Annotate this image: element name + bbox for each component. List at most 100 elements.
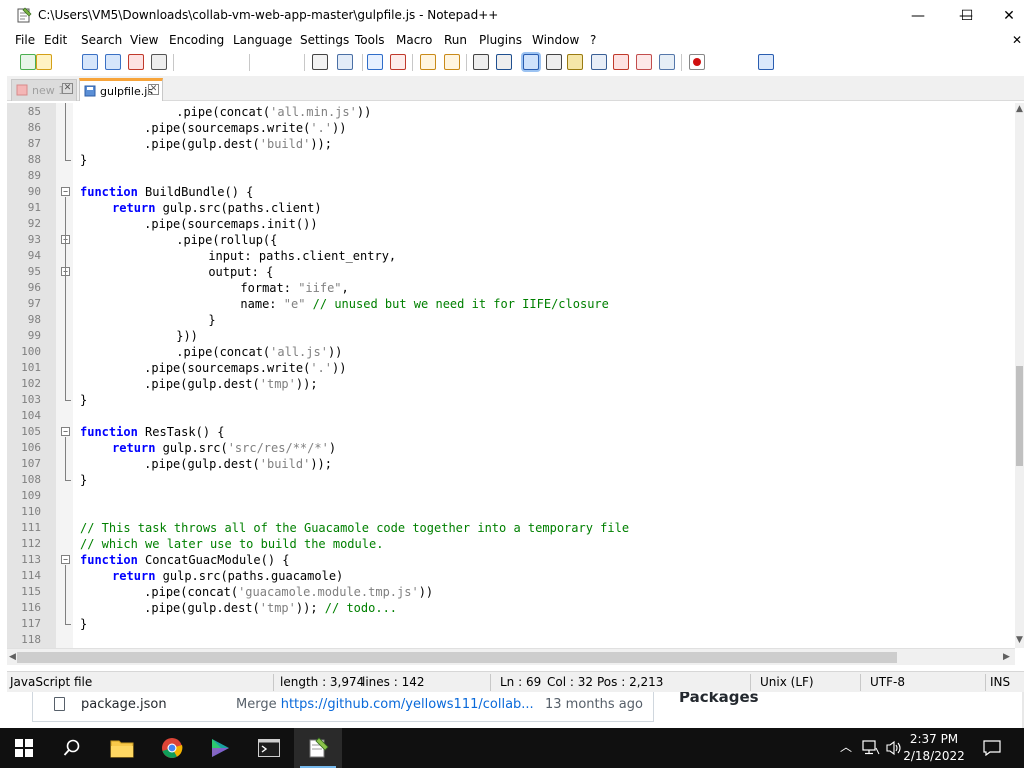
code-line[interactable]: 109	[7, 488, 1015, 504]
code-line[interactable]: 86 .pipe(sourcemaps.write('.'))	[7, 120, 1015, 136]
code-line[interactable]: 116 .pipe(gulp.dest('tmp')); // todo...	[7, 600, 1015, 616]
code-line[interactable]: 113 − function ConcatGuacModule() {	[7, 552, 1015, 568]
scroll-left-icon[interactable]: ◀	[9, 652, 16, 662]
code-line[interactable]: 91 return gulp.src(paths.client)	[7, 200, 1015, 216]
show-all-chars-icon[interactable]	[496, 54, 512, 70]
indent-guide-icon[interactable]	[523, 54, 539, 70]
background-file-name[interactable]: package.json	[81, 697, 167, 712]
save-all-icon[interactable]	[105, 54, 121, 70]
scroll-up-icon[interactable]: ▲	[1016, 104, 1023, 114]
find-icon[interactable]	[367, 54, 383, 70]
status-eol-format[interactable]: Unix (LF)	[760, 675, 814, 689]
code-line[interactable]: 89	[7, 168, 1015, 184]
code-line[interactable]: 101 .pipe(sourcemaps.write('.'))	[7, 360, 1015, 376]
code-line[interactable]: 112 // which we later use to build the mo…	[7, 536, 1015, 552]
taskbar-media-player[interactable]	[196, 728, 244, 768]
code-line[interactable]: 97 name: "e" // unused but we need it for…	[7, 296, 1015, 312]
code-line[interactable]: 107 .pipe(gulp.dest('build'));	[7, 456, 1015, 472]
menu-plugins[interactable]: Plugins	[479, 33, 522, 47]
code-line[interactable]: 88}	[7, 152, 1015, 168]
zoom-in-icon[interactable]	[420, 54, 436, 70]
doc-map-icon[interactable]	[567, 54, 583, 70]
save-icon[interactable]	[82, 54, 98, 70]
maximize-button[interactable]: ☐	[940, 0, 994, 31]
word-wrap-icon[interactable]	[546, 54, 562, 70]
code-line[interactable]: 111 // This task throws all of the Guacam…	[7, 520, 1015, 536]
status-insert-mode[interactable]: INS	[990, 675, 1010, 689]
code-line[interactable]: 117}	[7, 616, 1015, 632]
open-file-icon[interactable]	[36, 54, 52, 70]
menu-encoding[interactable]: Encoding	[169, 33, 224, 47]
zoom-out-icon[interactable]	[444, 54, 460, 70]
menu-macro[interactable]: Macro	[396, 33, 432, 47]
close-button[interactable]: ✕	[994, 0, 1024, 31]
code-line[interactable]: 118	[7, 632, 1015, 648]
clock-time[interactable]: 2:37 PM	[902, 732, 966, 746]
function-list-icon[interactable]	[591, 54, 607, 70]
menu-close-document-icon[interactable]: ✕	[1012, 33, 1022, 47]
code-line[interactable]: 98}	[7, 312, 1015, 328]
background-file-row[interactable]: package.json Merge https://github.com/ye…	[32, 692, 654, 722]
sync-scroll-icon[interactable]	[473, 54, 489, 70]
code-line[interactable]: 99}))	[7, 328, 1015, 344]
close-file-icon[interactable]	[128, 54, 144, 70]
start-button[interactable]	[0, 728, 48, 768]
minimize-control[interactable]: —	[896, 0, 940, 31]
vertical-scroll-thumb[interactable]	[1016, 366, 1023, 466]
code-line[interactable]: 92 .pipe(sourcemaps.init())	[7, 216, 1015, 232]
clock-date[interactable]: 2/18/2022	[898, 749, 970, 763]
network-icon[interactable]	[862, 740, 880, 756]
taskbar-terminal[interactable]	[245, 728, 293, 768]
taskbar-notepad-plus-plus[interactable]	[294, 728, 342, 768]
new-file-icon[interactable]	[20, 54, 36, 70]
code-line[interactable]: 90 − function BuildBundle() {	[7, 184, 1015, 200]
horizontal-scrollbar[interactable]: ◀ ▶	[7, 648, 1015, 665]
menu-tools[interactable]: Tools	[355, 33, 385, 47]
code-line[interactable]: 93−.pipe(rollup({	[7, 232, 1015, 248]
run-macro-multiple-icon[interactable]	[758, 54, 774, 70]
horizontal-scroll-thumb[interactable]	[17, 652, 897, 663]
fold-toggle-icon[interactable]: −	[61, 187, 70, 196]
code-line[interactable]: 85 .pipe(concat('all.min.js'))	[7, 104, 1015, 120]
code-line[interactable]: 94 input: paths.client_entry,	[7, 248, 1015, 264]
tab-gulpfile[interactable]: gulpfile.js ✕	[79, 78, 163, 101]
scroll-down-icon[interactable]: ▼	[1016, 635, 1023, 645]
folder-workspace-icon[interactable]	[613, 54, 629, 70]
search-button[interactable]	[48, 728, 96, 768]
open-folder-icon[interactable]	[636, 54, 652, 70]
code-line[interactable]: 102 .pipe(gulp.dest('tmp'));	[7, 376, 1015, 392]
fold-toggle-icon[interactable]: −	[61, 555, 70, 564]
menu-help[interactable]: ?	[590, 33, 596, 47]
menu-window[interactable]: Window	[532, 33, 579, 47]
menu-language[interactable]: Language	[233, 33, 292, 47]
menu-view[interactable]: View	[130, 33, 158, 47]
scroll-right-icon[interactable]: ▶	[1003, 652, 1010, 662]
replace-icon[interactable]	[390, 54, 406, 70]
tab-close-icon[interactable]: ✕	[148, 84, 159, 95]
notifications-icon[interactable]	[983, 740, 1001, 756]
menu-search[interactable]: Search	[81, 33, 122, 47]
cut-icon[interactable]	[312, 54, 328, 70]
code-line[interactable]: 104	[7, 408, 1015, 424]
code-line[interactable]: 106 return gulp.src('src/res/**/*')	[7, 440, 1015, 456]
tab-new-1[interactable]: new 1 ✕	[11, 79, 77, 101]
fold-toggle-icon[interactable]: −	[61, 427, 70, 436]
code-line[interactable]: 114 return gulp.src(paths.guacamole)	[7, 568, 1015, 584]
code-line[interactable]: 115 .pipe(concat('guacamole.module.tmp.js…	[7, 584, 1015, 600]
menu-settings[interactable]: Settings	[300, 33, 349, 47]
code-line[interactable]: 95−output: {	[7, 264, 1015, 280]
monitor-icon[interactable]	[659, 54, 675, 70]
code-line[interactable]: 103}	[7, 392, 1015, 408]
code-line[interactable]: 108}	[7, 472, 1015, 488]
taskbar-chrome[interactable]	[148, 728, 196, 768]
menu-run[interactable]: Run	[444, 33, 467, 47]
copy-icon[interactable]	[337, 54, 353, 70]
status-encoding[interactable]: UTF-8	[870, 675, 905, 689]
record-macro-icon[interactable]	[689, 54, 705, 70]
print-icon[interactable]	[151, 54, 167, 70]
vertical-scrollbar[interactable]: ▲ ▼	[1015, 103, 1024, 648]
tab-close-icon[interactable]: ✕	[62, 83, 73, 94]
chevron-up-icon[interactable]: ︿	[840, 738, 852, 755]
menu-file[interactable]: File	[15, 33, 35, 47]
menu-edit[interactable]: Edit	[44, 33, 67, 47]
